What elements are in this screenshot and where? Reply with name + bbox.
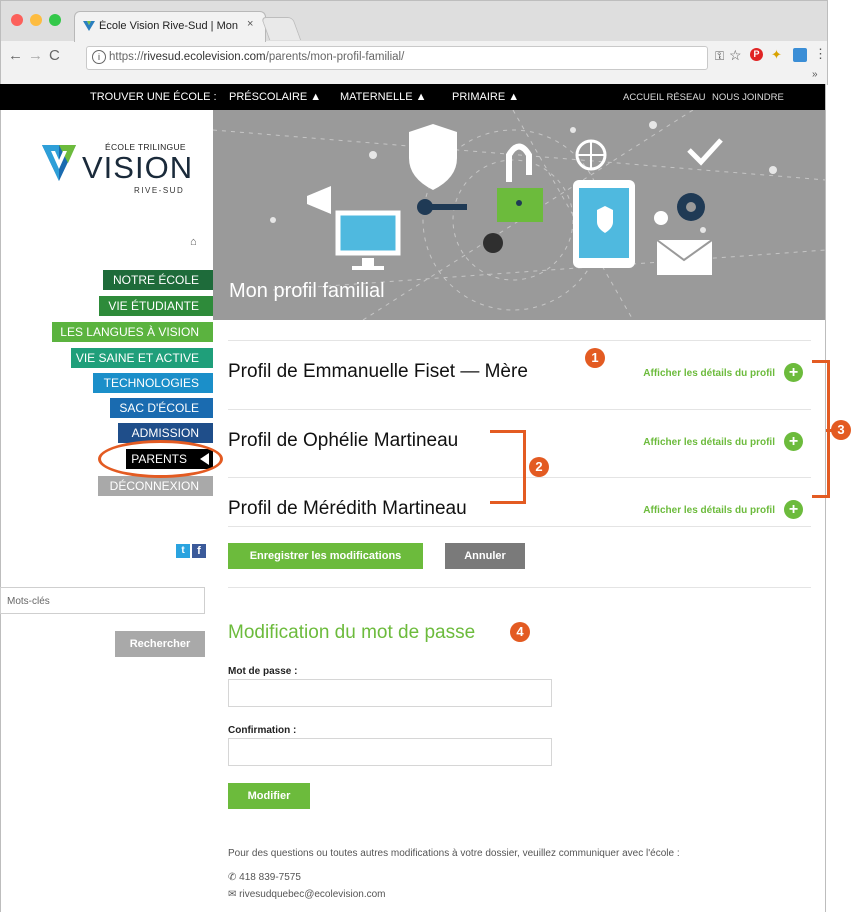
confirmation-field[interactable] xyxy=(228,738,552,766)
annotation-badge-1: 1 xyxy=(585,348,605,368)
password-label: Mot de passe : xyxy=(228,666,298,677)
phone-number[interactable]: 418 839-7575 xyxy=(239,872,301,883)
reload-icon[interactable]: C xyxy=(49,47,60,64)
modify-button[interactable]: Modifier xyxy=(228,783,310,809)
annotation-bracket-2 xyxy=(490,430,526,504)
new-tab-button[interactable] xyxy=(260,17,302,40)
contact-note: Pour des questions ou toutes autres modi… xyxy=(228,848,680,859)
annotation-badge-4: 4 xyxy=(510,622,530,642)
email-link[interactable]: rivesudquebec@ecolevision.com xyxy=(239,889,385,900)
search-placeholder: Mots-clés xyxy=(7,596,50,607)
top-menu-bar: TROUVER UNE ÉCOLE : PRÉSCOLAIRE ▲ MATERN… xyxy=(0,84,826,110)
confirmation-label: Confirmation : xyxy=(228,725,297,736)
profile-details-link[interactable]: Afficher les détails du profil xyxy=(643,437,775,448)
bookmarks-overflow-icon[interactable]: » xyxy=(812,69,818,80)
tab-close-icon[interactable]: × xyxy=(247,18,253,30)
search-input[interactable]: Mots-clés xyxy=(0,587,205,614)
browser-window: École Vision Rive-Sud | Mon pr × ← → C i… xyxy=(0,0,828,85)
sidebar-item-technologies[interactable]: TECHNOLOGIES xyxy=(93,373,213,393)
save-button[interactable]: Enregistrer les modifications xyxy=(228,543,423,569)
address-bar[interactable]: i https://rivesud.ecolevision.com/parent… xyxy=(86,46,708,70)
twitter-icon[interactable]: t xyxy=(176,544,190,558)
home-icon[interactable]: ⌂ xyxy=(190,236,197,248)
extension-icon[interactable]: ✦ xyxy=(771,47,782,63)
close-window-button[interactable] xyxy=(11,14,23,26)
cancel-button[interactable]: Annuler xyxy=(445,543,525,569)
key-icon[interactable]: ⚿ xyxy=(715,49,724,64)
page-banner: Mon profil familial xyxy=(213,110,826,320)
divider xyxy=(228,587,811,588)
parents-highlight-circle xyxy=(98,440,223,478)
find-school-label: TROUVER UNE ÉCOLE : xyxy=(90,91,217,103)
pinterest-extension-icon[interactable]: P xyxy=(750,48,763,61)
email-line: ✉ rivesudquebec@ecolevision.com xyxy=(228,889,386,900)
sidebar-item-vie-saine[interactable]: VIE SAINE ET ACTIVE xyxy=(71,348,213,368)
page-title: Mon profil familial xyxy=(229,280,385,302)
logo-title: VISION xyxy=(82,150,194,185)
envelope-icon: ✉ xyxy=(228,889,237,900)
expand-plus-icon[interactable]: + xyxy=(784,432,803,451)
site-favicon-icon xyxy=(83,21,95,31)
tab-title: École Vision Rive-Sud | Mon pr xyxy=(99,20,239,32)
menu-primaire[interactable]: PRIMAIRE ▲ xyxy=(452,91,519,103)
password-field[interactable] xyxy=(228,679,552,707)
phone-line: ✆ 418 839-7575 xyxy=(228,872,301,883)
link-accueil-reseau[interactable]: ACCUEIL RÉSEAU xyxy=(623,92,706,103)
phone-icon: ✆ xyxy=(228,872,237,883)
profile-name: Profil de Mérédith Martineau xyxy=(228,498,467,519)
minimize-window-button[interactable] xyxy=(30,14,42,26)
annotation-badge-2: 2 xyxy=(529,457,549,477)
info-icon[interactable]: i xyxy=(92,50,106,64)
forward-icon[interactable]: → xyxy=(28,47,43,64)
sidebar-item-sac-ecole[interactable]: SAC D'ÉCOLE xyxy=(110,398,213,418)
sidebar xyxy=(0,110,213,912)
divider xyxy=(228,526,811,527)
expand-plus-icon[interactable]: + xyxy=(784,363,803,382)
tab-bar: École Vision Rive-Sud | Mon pr × xyxy=(1,1,827,42)
link-nous-joindre[interactable]: NOUS JOINDRE xyxy=(712,92,784,103)
back-icon[interactable]: ← xyxy=(8,47,23,64)
profile-details-link[interactable]: Afficher les détails du profil xyxy=(643,368,775,379)
sidebar-item-notre-ecole[interactable]: NOTRE ÉCOLE xyxy=(103,270,213,290)
password-section-title: Modification du mot de passe xyxy=(228,622,476,643)
menu-prescolaire[interactable]: PRÉSCOLAIRE ▲ xyxy=(229,91,321,103)
browser-tab[interactable]: École Vision Rive-Sud | Mon pr × xyxy=(74,11,266,42)
sidebar-item-vie-etudiante[interactable]: VIE ÉTUDIANTE xyxy=(99,296,213,316)
menu-dots-icon[interactable]: ⋮ xyxy=(814,46,827,62)
profile-row: Profil de Emmanuelle Fiset — Mère Affich… xyxy=(228,340,811,409)
profile-details-link[interactable]: Afficher les détails du profil xyxy=(643,505,775,516)
sidebar-item-langues[interactable]: LES LANGUES À VISION xyxy=(52,322,213,342)
expand-plus-icon[interactable]: + xyxy=(784,500,803,519)
logo-location: RIVE-SUD xyxy=(134,186,185,195)
vision-logo-icon[interactable] xyxy=(42,139,76,183)
bookmark-star-icon[interactable]: ☆ xyxy=(729,47,742,64)
google-docs-extension-icon[interactable] xyxy=(793,48,807,62)
profile-name: Profil de Emmanuelle Fiset — Mère xyxy=(228,361,528,382)
url-text: https://rivesud.ecolevision.com/parents/… xyxy=(109,51,405,63)
facebook-icon[interactable]: f xyxy=(192,544,206,558)
search-button[interactable]: Rechercher xyxy=(115,631,205,657)
maximize-window-button[interactable] xyxy=(49,14,61,26)
window-border xyxy=(825,84,826,912)
profile-name: Profil de Ophélie Martineau xyxy=(228,430,459,451)
menu-maternelle[interactable]: MATERNELLE ▲ xyxy=(340,91,426,103)
sidebar-item-deconnexion[interactable]: DÉCONNEXION xyxy=(98,476,213,496)
annotation-badge-3: 3 xyxy=(831,420,851,440)
